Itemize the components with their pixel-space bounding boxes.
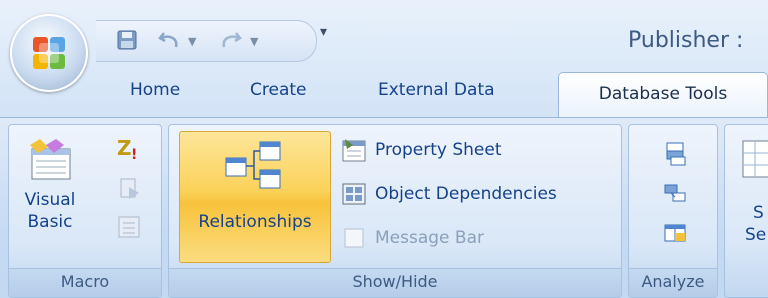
save-icon[interactable] (116, 29, 138, 51)
office-button[interactable] (10, 14, 88, 92)
group-show-hide: Relationships Property Sheet Object Depe… (168, 124, 622, 298)
customize-qat-icon[interactable]: ▾ (320, 24, 327, 40)
redo-icon[interactable] (218, 29, 242, 51)
relationships-button[interactable]: Relationships (179, 131, 331, 263)
group-label-macro: Macro (9, 268, 161, 297)
title-bar: ▼ ▼ ▾ Publisher : (0, 0, 768, 70)
convert-macros-icon (120, 178, 139, 199)
object-dependencies-label: Object Dependencies (375, 184, 557, 204)
database-documenter-icon[interactable] (661, 139, 689, 167)
property-sheet-label: Property Sheet (375, 140, 502, 160)
group-next-clipped: S Se (724, 124, 768, 298)
tab-external-data[interactable]: External Data (378, 80, 495, 100)
checkbox-icon (344, 228, 364, 248)
group-label-analyze: Analyze (629, 268, 717, 297)
analyze-table-icon[interactable] (661, 219, 689, 247)
tab-home[interactable]: Home (130, 80, 180, 100)
message-bar-checkbox[interactable]: Message Bar (341, 225, 484, 251)
redo-dropdown-icon[interactable]: ▼ (250, 35, 258, 48)
relationships-label: Relationships (198, 212, 312, 232)
group-analyze: Analyze (628, 124, 718, 298)
quick-access-toolbar: ▼ ▼ (96, 20, 317, 62)
property-sheet-button[interactable]: Property Sheet (341, 137, 502, 163)
svg-text:Z: Z (117, 136, 132, 160)
office-logo-icon (33, 37, 65, 69)
object-dependencies-icon (342, 183, 366, 205)
visual-basic-icon (30, 139, 71, 180)
tab-database-tools[interactable]: Database Tools (558, 72, 768, 121)
svg-text:!: ! (131, 147, 137, 163)
next-group-label-2: Se (745, 225, 767, 245)
tab-create[interactable]: Create (250, 80, 307, 100)
undo-icon[interactable] (158, 29, 182, 51)
create-shortcut-menu-icon (118, 216, 140, 238)
next-group-label-1: S (753, 203, 764, 223)
object-dependencies-button[interactable]: Object Dependencies (341, 181, 557, 207)
run-macro-icon[interactable]: Z ! (115, 135, 143, 163)
ribbon: Visual Basic Z ! Macro Relationships Pro… (0, 117, 768, 298)
visual-basic-button[interactable]: Visual Basic (15, 137, 85, 233)
message-bar-label: Message Bar (375, 228, 484, 248)
ribbon-tabs: Home Create External Data Database Tools (0, 72, 768, 121)
access-window: ▼ ▼ ▾ Publisher : Home Create External D… (0, 0, 768, 298)
visual-basic-label-2: Basic (27, 212, 73, 232)
relationships-icon (225, 141, 281, 189)
window-title: Publisher : (628, 28, 744, 53)
group-label-show-hide: Show/Hide (169, 268, 621, 297)
analyze-performance-icon[interactable] (661, 179, 689, 207)
property-sheet-icon (342, 139, 366, 162)
switchboard-manager-icon[interactable] (741, 139, 768, 179)
visual-basic-label-1: Visual (24, 190, 76, 210)
group-macro: Visual Basic Z ! Macro (8, 124, 162, 298)
undo-dropdown-icon[interactable]: ▼ (188, 35, 196, 48)
